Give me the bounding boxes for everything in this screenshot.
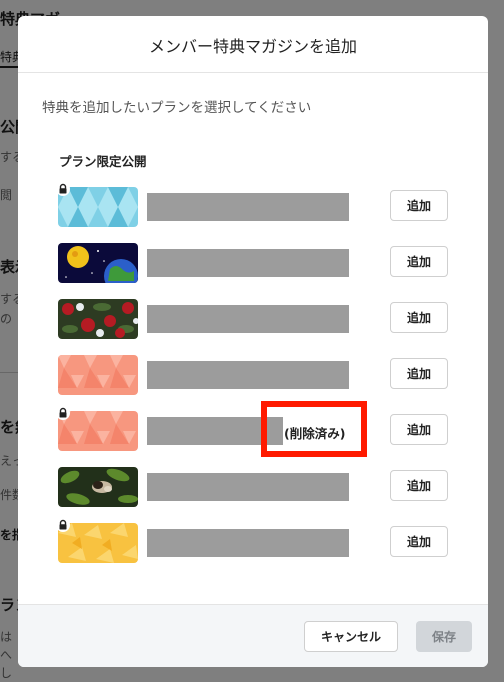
plan-thumbnail <box>58 523 138 563</box>
plan-row: (削除済み) 追加 <box>56 406 448 451</box>
plan-thumbnail <box>58 187 138 227</box>
add-button[interactable]: 追加 <box>390 246 448 277</box>
lock-icon <box>56 182 70 196</box>
plan-row: 追加 <box>58 355 448 395</box>
add-button[interactable]: 追加 <box>390 414 448 445</box>
dialog-header: メンバー特典マガジンを追加 <box>18 16 488 73</box>
add-button[interactable]: 追加 <box>390 358 448 389</box>
add-member-magazine-dialog: メンバー特典マガジンを追加 特典を追加したいプランを選択してください プラン限定… <box>18 16 488 667</box>
plan-thumbnail <box>58 411 138 451</box>
add-button[interactable]: 追加 <box>390 190 448 221</box>
plan-row: 追加 <box>58 467 448 507</box>
plan-row: 追加 <box>56 518 448 563</box>
plan-thumbnail <box>58 243 138 283</box>
dialog-title: メンバー特典マガジンを追加 <box>148 37 357 56</box>
lock-icon <box>56 518 70 532</box>
cancel-button[interactable]: キャンセル <box>304 621 398 652</box>
add-button[interactable]: 追加 <box>390 302 448 333</box>
plan-row: 追加 <box>58 299 448 339</box>
plan-name-redacted <box>147 249 349 277</box>
highlight-annotation-box <box>261 401 367 457</box>
dialog-footer: キャンセル 保存 <box>18 604 488 667</box>
add-button[interactable]: 追加 <box>390 526 448 557</box>
plan-name-redacted <box>147 529 349 557</box>
plan-name-redacted <box>147 361 349 389</box>
plan-name-redacted <box>147 473 349 501</box>
plan-thumbnail <box>58 355 138 395</box>
plan-thumbnail <box>58 299 138 339</box>
section-label: プラン限定公開 <box>59 154 147 169</box>
plan-row: 追加 <box>56 182 448 227</box>
lock-icon <box>56 406 70 420</box>
save-button[interactable]: 保存 <box>416 621 472 652</box>
plan-row: 追加 <box>58 243 448 283</box>
add-button[interactable]: 追加 <box>390 470 448 501</box>
plan-name-redacted <box>147 193 349 221</box>
instruction-text: 特典を追加したいプランを選択してください <box>42 100 312 116</box>
plan-thumbnail <box>58 467 138 507</box>
plan-name-redacted <box>147 305 349 333</box>
